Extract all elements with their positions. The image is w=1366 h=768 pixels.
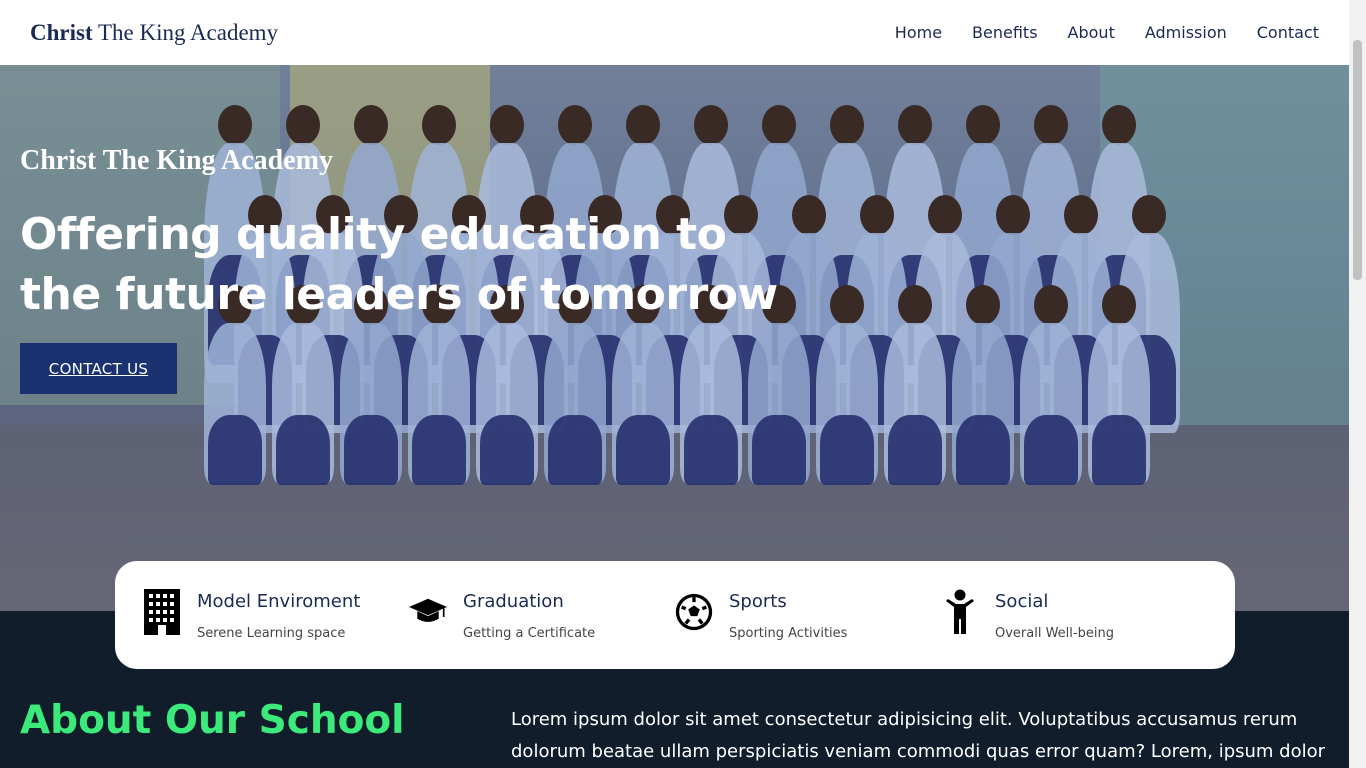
student-figure [928,195,962,235]
student-figure [694,105,728,145]
feature-graduation: Graduation Getting a Certificate [409,589,675,641]
feature-title: Model Enviroment [197,591,361,612]
hero-section: Christ The King Academy Offering quality… [0,65,1349,611]
nav-admission-link[interactable]: Admission [1145,23,1227,42]
child-icon [941,589,979,635]
student-figure [1064,195,1098,235]
student-figure [1034,105,1068,145]
student-skirt [208,415,262,485]
student-skirt [344,415,398,485]
hero-headline: Offering quality education to the future… [20,209,778,320]
feature-desc: Sporting Activities [729,626,848,641]
hero-subtitle: Christ The King Academy [20,145,333,176]
about-section-title: About Our School [20,698,405,743]
student-figure [1102,105,1136,145]
student-skirt [888,415,942,485]
soccer-ball-icon [675,589,713,635]
nav-contact-link[interactable]: Contact [1257,23,1319,42]
main-nav: Home Benefits About Admission Contact [895,23,1319,42]
student-figure [422,105,456,145]
student-skirt [616,415,670,485]
student-figure [490,105,524,145]
student-skirt [412,415,466,485]
hero-students-photo [200,75,1180,595]
student-figure [966,285,1000,325]
student-skirt [752,415,806,485]
nav-benefits-link[interactable]: Benefits [972,23,1038,42]
student-figure [830,285,864,325]
feature-title: Sports [729,591,787,612]
about-section-text: Lorem ipsum dolor sit amet consectetur a… [511,709,1326,762]
student-skirt [480,415,534,485]
feature-desc: Serene Learning space [197,626,346,641]
feature-title: Graduation [463,591,564,612]
features-card: Model Enviroment Serene Learning space G… [115,561,1235,669]
student-figure [1034,285,1068,325]
student-figure [1132,195,1166,235]
student-figure [626,105,660,145]
student-figure [898,285,932,325]
student-figure [898,105,932,145]
student-figure [354,105,388,145]
page-scrollbar[interactable] [1349,0,1366,768]
student-skirt [1092,415,1146,485]
student-skirt [1024,415,1078,485]
student-skirt [548,415,602,485]
student-figure [860,195,894,235]
feature-social: Social Overall Well-being [941,589,1207,641]
student-skirt [684,415,738,485]
student-figure [830,105,864,145]
building-icon [143,589,181,635]
graduation-cap-icon [409,589,447,635]
student-skirt [956,415,1010,485]
feature-model-environment: Model Enviroment Serene Learning space [143,589,409,641]
feature-sports: Sports Sporting Activities [675,589,941,641]
top-navbar: Christ The King Academy Home Benefits Ab… [0,0,1349,65]
feature-title: Social [995,591,1049,612]
student-figure [218,105,252,145]
nav-home-link[interactable]: Home [895,23,942,42]
student-figure [996,195,1030,235]
student-skirt [276,415,330,485]
student-figure [286,105,320,145]
student-figure [558,105,592,145]
nav-about-link[interactable]: About [1068,23,1115,42]
brand-rest: The King Academy [92,19,279,45]
brand-bold: Christ [30,19,93,45]
contact-us-button[interactable]: CONTACT US [20,343,177,394]
student-figure [966,105,1000,145]
student-skirt [820,415,874,485]
site-logo[interactable]: Christ The King Academy [30,20,278,46]
student-figure [1102,285,1136,325]
scrollbar-thumb[interactable] [1353,40,1362,280]
feature-desc: Getting a Certificate [463,626,596,641]
student-figure [762,105,796,145]
feature-desc: Overall Well-being [995,626,1114,641]
